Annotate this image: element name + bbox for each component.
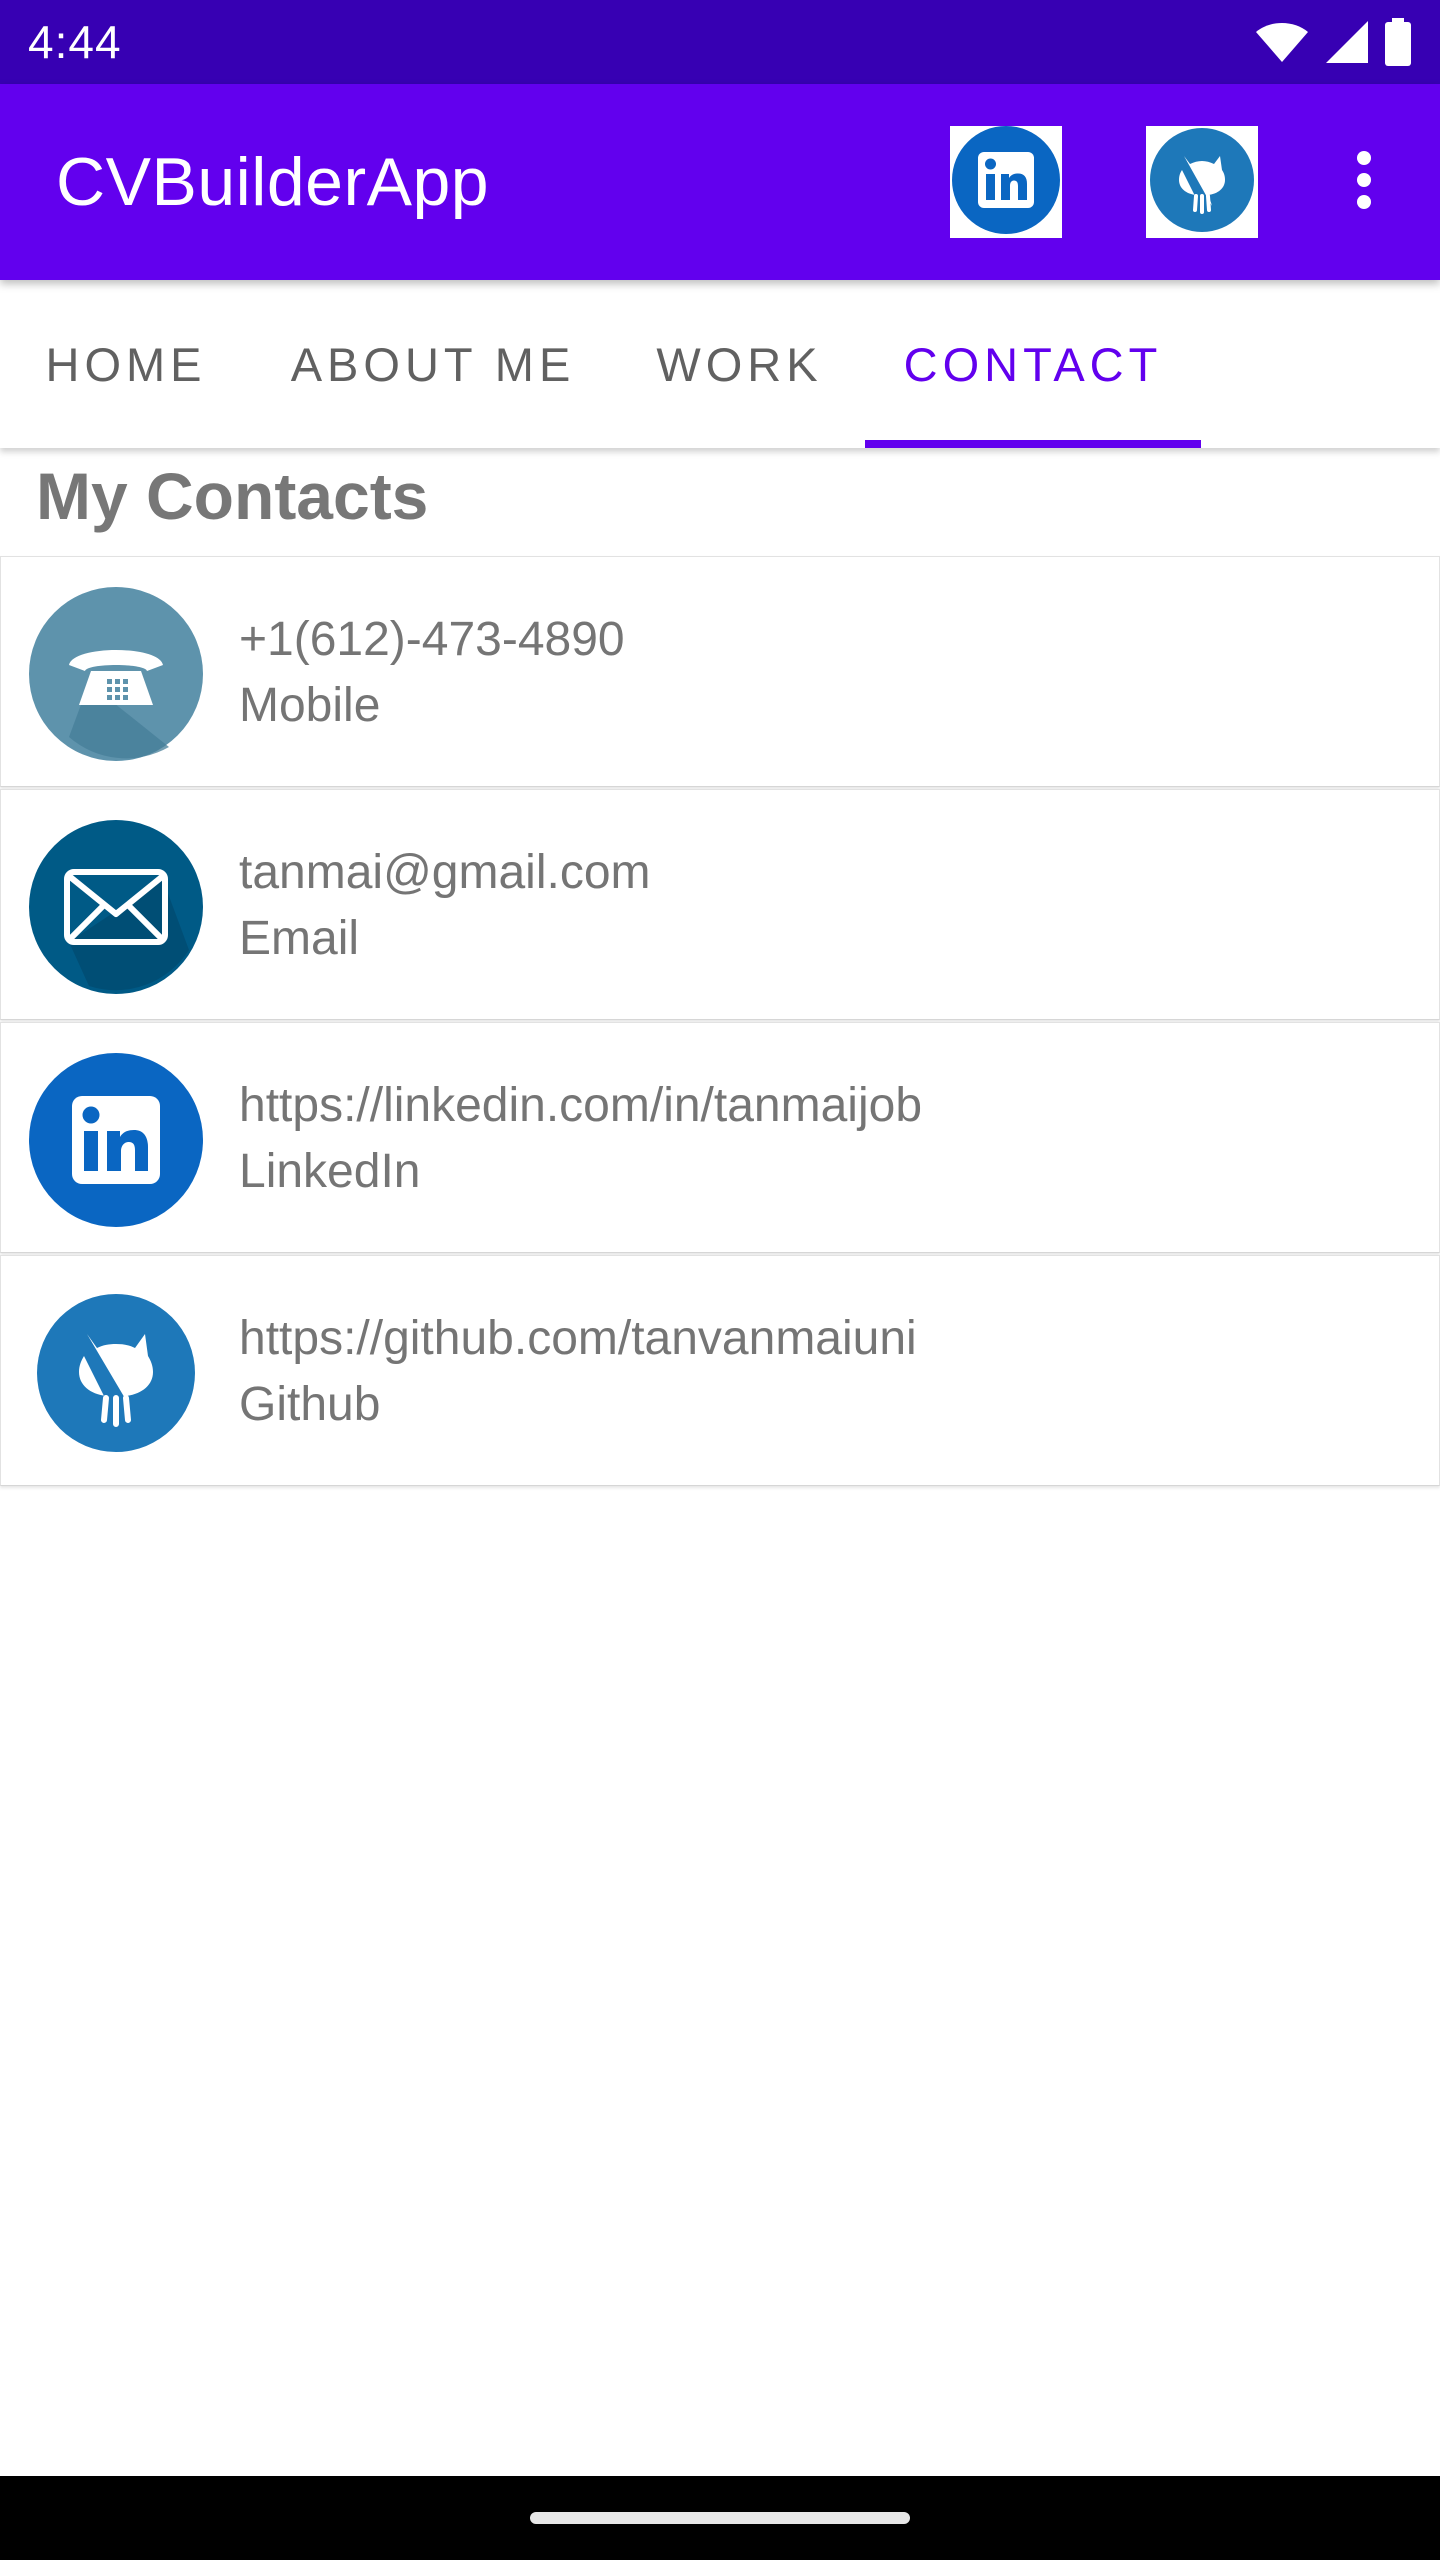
app-title: CVBuilderApp — [56, 144, 490, 220]
tab-about-me[interactable]: ABOUT ME — [252, 280, 614, 448]
battery-icon — [1384, 18, 1412, 66]
contact-item-github[interactable]: https://github.com/tanvanmaiuni Github — [0, 1255, 1440, 1486]
github-action-button[interactable] — [1146, 126, 1258, 238]
github-icon — [1148, 126, 1256, 239]
tab-indicator — [865, 440, 1201, 448]
wifi-icon — [1254, 20, 1310, 64]
contact-item-linkedin[interactable]: https://linkedin.com/in/tanmaijob Linked… — [0, 1022, 1440, 1253]
contact-item-mobile[interactable]: +1(612)-473-4890 Mobile — [0, 556, 1440, 787]
tab-work[interactable]: WORK — [614, 280, 865, 448]
overflow-menu-button[interactable] — [1336, 140, 1392, 224]
github-icon — [29, 1286, 203, 1460]
contact-type: Email — [239, 912, 360, 965]
tab-contact[interactable]: CONTACT — [865, 280, 1201, 448]
cellular-signal-icon — [1324, 19, 1370, 65]
app-bar: CVBuilderApp — [0, 84, 1440, 280]
status-icons — [1254, 16, 1412, 68]
linkedin-action-button[interactable] — [950, 125, 1062, 239]
phone-icon — [29, 587, 203, 761]
navigation-bar — [0, 2476, 1440, 2560]
home-gesture-handle[interactable] — [530, 2512, 910, 2524]
linkedin-icon — [29, 1053, 203, 1227]
contact-type: Mobile — [239, 679, 381, 732]
tab-home[interactable]: HOME — [0, 280, 252, 448]
linkedin-icon — [952, 125, 1060, 239]
contact-type: LinkedIn — [239, 1145, 421, 1198]
contact-item-email[interactable]: tanmai@gmail.com Email — [0, 789, 1440, 1020]
screen: 4:44 CVBuilderApp HOME ABOUT ME WORK CON… — [0, 0, 1440, 2560]
page-title: My Contacts — [36, 459, 429, 533]
contact-value: https://linkedin.com/in/tanmaijob — [239, 1079, 923, 1132]
more-vert-icon — [1354, 150, 1374, 215]
contact-list: +1(612)-473-4890 Mobile tanmai@gmail.com… — [0, 556, 1440, 1488]
contact-value: https://github.com/tanvanmaiuni — [239, 1312, 917, 1365]
contact-value: tanmai@gmail.com — [239, 846, 651, 899]
contact-type: Github — [239, 1378, 381, 1431]
status-bar: 4:44 — [0, 0, 1440, 84]
contact-value: +1(612)-473-4890 — [239, 613, 625, 666]
status-time: 4:44 — [28, 16, 122, 68]
email-icon — [29, 820, 203, 994]
tab-bar: HOME ABOUT ME WORK CONTACT — [0, 280, 1440, 448]
